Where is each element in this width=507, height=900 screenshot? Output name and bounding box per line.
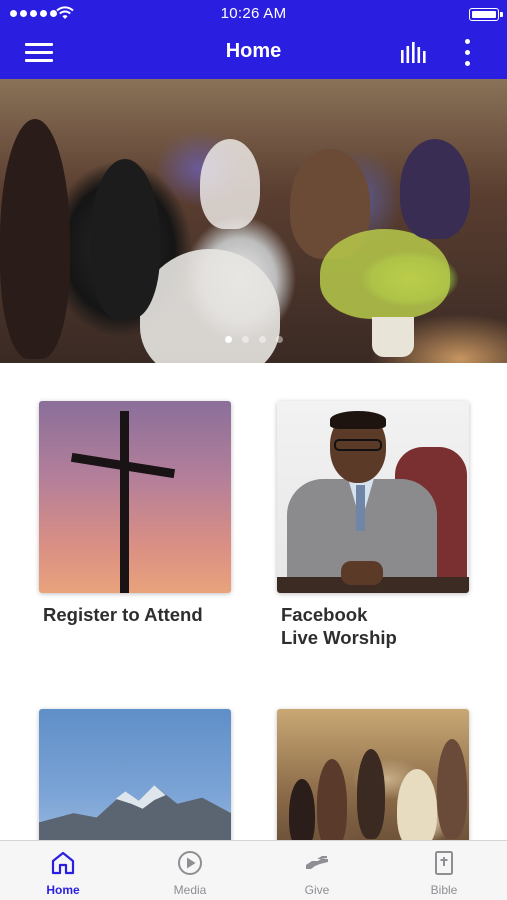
person <box>437 739 467 839</box>
house-icon <box>51 851 75 875</box>
person <box>397 769 437 849</box>
tie <box>356 485 365 531</box>
person <box>289 779 315 849</box>
register-to-attend-card[interactable]: Register to Attend <box>39 401 231 641</box>
hero-photo-figure <box>400 139 470 239</box>
status-time: 10:26 AM <box>220 5 287 22</box>
pastor-thumbnail <box>277 401 469 593</box>
congregation-card[interactable] <box>277 709 469 900</box>
play-circle-icon <box>178 851 202 875</box>
tab-media[interactable]: Media <box>127 841 253 900</box>
tab-label: Bible <box>430 883 458 897</box>
mountain-card[interactable] <box>39 709 231 900</box>
status-bar: 10:26 AM <box>0 0 507 28</box>
card-title: Facebook Live Worship <box>281 603 491 649</box>
tab-label: Home <box>46 883 80 897</box>
hero-photo-figure <box>90 159 160 319</box>
tab-bible[interactable]: Bible <box>381 841 507 900</box>
tab-give[interactable]: Give <box>254 841 380 900</box>
carousel-dot[interactable] <box>275 336 283 343</box>
app-screen: 10:26 AM Home Register to Attend Faceboo… <box>0 0 507 900</box>
tab-label: Media <box>173 883 207 897</box>
carousel-dot[interactable] <box>241 336 249 343</box>
glasses <box>334 439 382 451</box>
carousel-dot[interactable] <box>258 336 266 343</box>
card-title-line: Facebook <box>281 604 368 625</box>
audio-bars-icon[interactable] <box>399 41 429 65</box>
page-title: Home <box>225 40 282 62</box>
hand-icon <box>306 856 328 869</box>
top-bar: 10:26 AM Home <box>0 0 507 79</box>
cross-icon <box>120 411 129 593</box>
bible-icon <box>435 851 453 875</box>
hair <box>330 411 386 429</box>
card-title-line: Register to Attend <box>43 604 203 625</box>
person <box>357 749 385 839</box>
tab-bar: Home Media Give Bible <box>0 840 507 900</box>
hero-carousel[interactable] <box>0 79 507 363</box>
cross-thumbnail <box>39 401 231 593</box>
person <box>317 759 347 849</box>
card-title-line: Live Worship <box>281 627 397 648</box>
hero-photo-figure <box>0 119 70 359</box>
carousel-dot[interactable] <box>224 336 232 343</box>
hero-photo-flowers <box>320 229 450 319</box>
mountain <box>39 785 231 841</box>
hero-photo-figure <box>200 139 260 229</box>
facebook-live-worship-card[interactable]: Facebook Live Worship <box>277 401 469 661</box>
tab-home[interactable]: Home <box>0 841 126 900</box>
hands <box>341 561 383 585</box>
card-title: Register to Attend <box>43 603 253 626</box>
battery-icon <box>469 8 503 21</box>
navigation-bar: Home <box>0 28 507 79</box>
more-options-icon[interactable] <box>458 38 478 68</box>
carousel-page-indicator <box>0 336 507 343</box>
hero-photo-worship <box>140 249 280 363</box>
tab-label: Give <box>304 883 330 897</box>
